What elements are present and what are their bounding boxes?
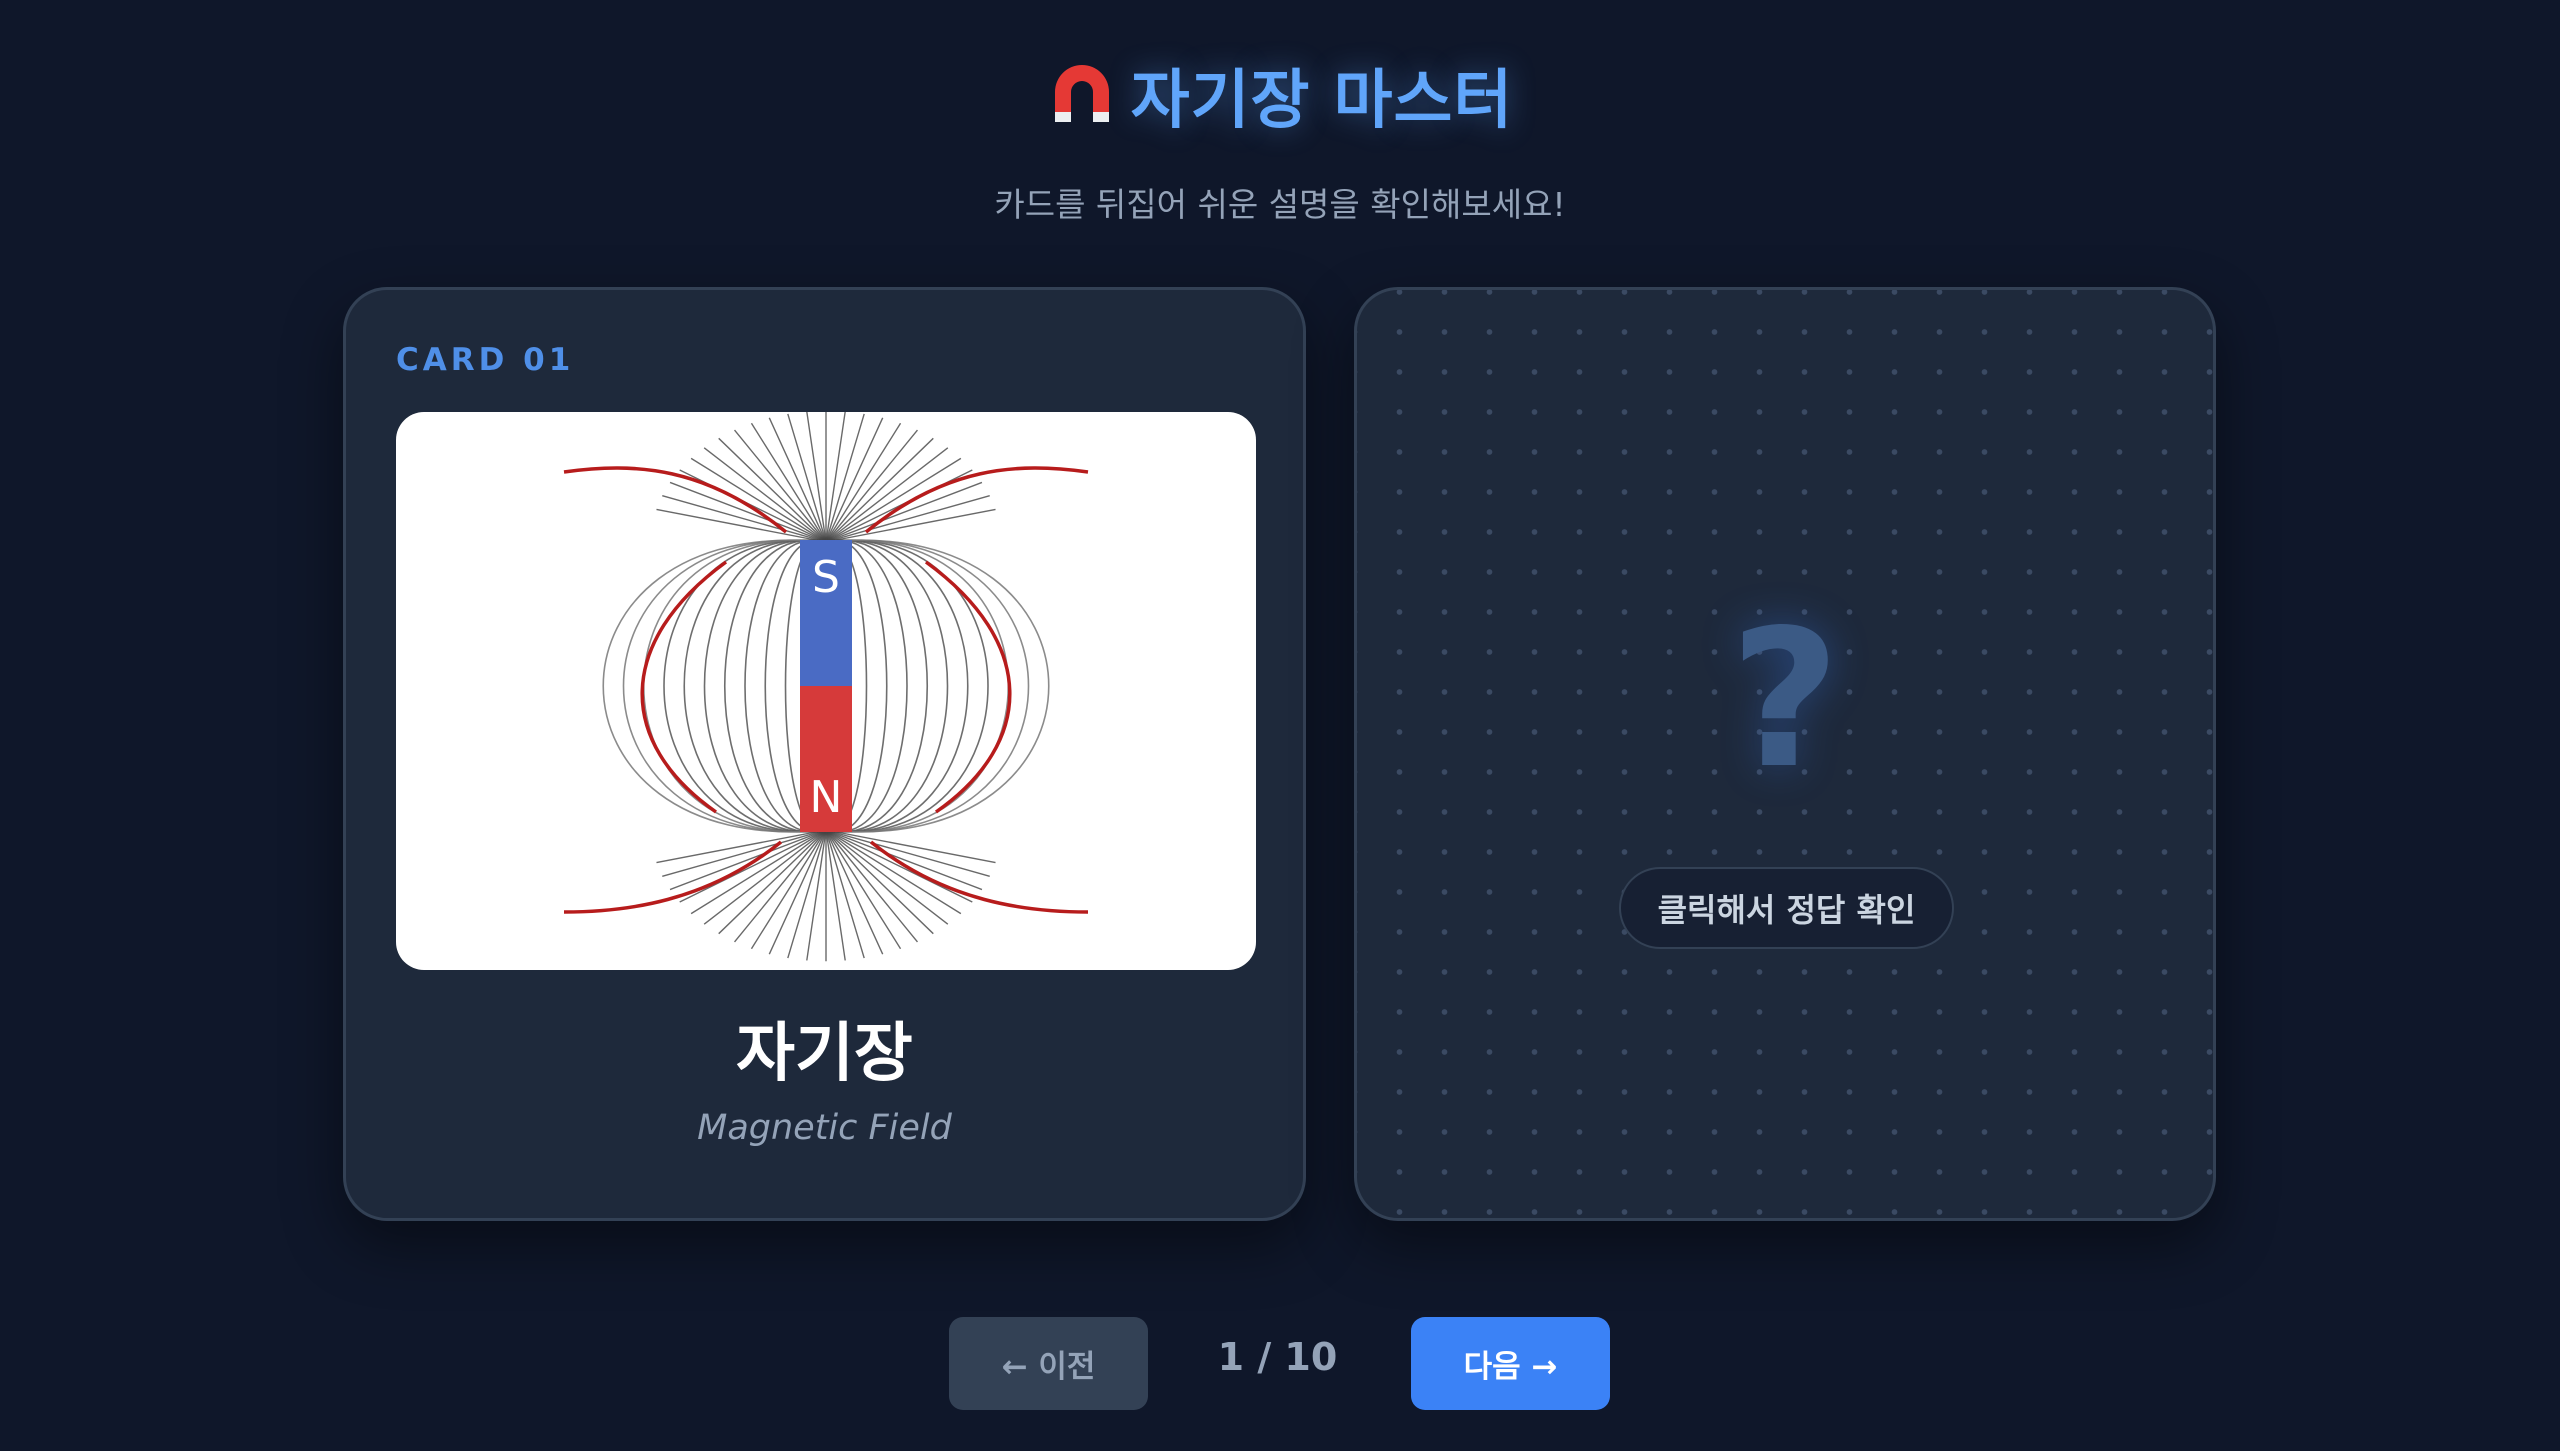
question-mark-icon: ?: [1729, 589, 1841, 810]
card-term: 자기장: [736, 1017, 913, 1091]
magnet-icon: [1047, 60, 1117, 130]
bar-magnet: SN: [800, 540, 852, 832]
flashcard-back[interactable]: ? 클릭해서 정답 확인: [1354, 287, 2216, 1221]
title-row: 자기장 마스터: [1047, 50, 1514, 140]
magnetic-field-illustration: SN: [396, 412, 1256, 970]
prev-button[interactable]: ← 이전: [949, 1317, 1148, 1410]
header: 자기장 마스터 카드를 뒤집어 쉬운 설명을 확인해보세요!: [0, 50, 2560, 226]
page-subtitle: 카드를 뒤집어 쉬운 설명을 확인해보세요!: [994, 185, 1566, 224]
card-term-english: Magnetic Field: [697, 1108, 952, 1148]
next-button[interactable]: 다음 →: [1411, 1317, 1610, 1410]
card-number-label: CARD 01: [396, 342, 575, 378]
south-pole-label: S: [812, 552, 840, 603]
flashcard-page: 자기장 마스터 카드를 뒤집어 쉬운 설명을 확인해보세요! CARD 01 S…: [0, 0, 2560, 1451]
north-pole-label: N: [810, 772, 843, 823]
flashcard-front[interactable]: CARD 01 SN 자기장 Magnetic Field: [343, 287, 1306, 1221]
page-title: 자기장 마스터: [1130, 64, 1514, 138]
reveal-answer-button[interactable]: 클릭해서 정답 확인: [1619, 867, 1954, 949]
card-counter: 1 / 10: [1217, 1335, 1338, 1379]
